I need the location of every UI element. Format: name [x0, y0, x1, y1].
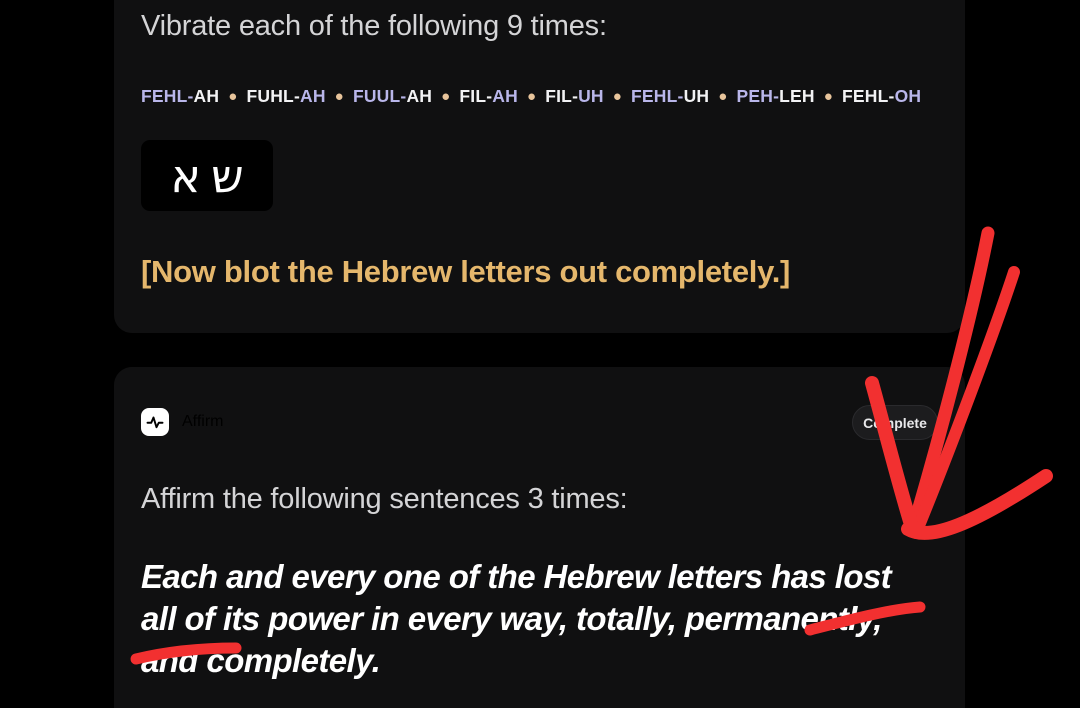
pronunciation-separator-dot: ● [718, 88, 728, 105]
pronunciation-syllable-first: FUHL [246, 86, 294, 106]
pronunciation-separator-dot: ● [441, 88, 451, 105]
hebrew-letter-aleph-icon: א [170, 148, 202, 203]
pronunciation-item: FIL-AH [459, 86, 518, 106]
hebrew-letters-box: א ש [141, 140, 273, 211]
pronunciation-syllable-first: FIL [545, 86, 573, 106]
pronunciation-separator-dot: ● [334, 88, 344, 105]
pronunciation-sequence: FEHL-AH ● FUHL-AH ● FUUL-AH ● FIL-AH ● FIL-UH ● FE… [141, 86, 921, 106]
pronunciation-syllable-second: AH [406, 86, 433, 106]
pronunciation-syllable-second: UH [683, 86, 710, 106]
affirm-card-label: Affirm [182, 413, 224, 430]
activity-pulse-icon [141, 408, 169, 436]
pronunciation-item: PEH-LEH [737, 86, 815, 106]
pronunciation-item: FUUL-AH [353, 86, 432, 106]
affirm-card-header: Affirm [141, 408, 223, 436]
affirm-instruction-heading: Affirm the following sentences 3 times: [141, 483, 628, 515]
pronunciation-separator-dot: ● [612, 88, 623, 105]
pronunciation-syllable-first: FEHL [631, 86, 678, 106]
vibrate-instruction-heading: Vibrate each of the following 9 times: [141, 10, 607, 42]
blot-instruction-text: [Now blot the Hebrew letters out complet… [141, 254, 791, 289]
pronunciation-syllable-first: FIL [459, 86, 487, 106]
pronunciation-syllable-first: PEH [736, 86, 774, 106]
pronunciation-item: FEHL-OH [842, 86, 921, 106]
affirmation-sentence: Each and every one of the Hebrew letters… [141, 558, 892, 679]
pronunciation-item: FEHL-AH [141, 86, 219, 106]
pronunciation-syllable-second: AH [492, 86, 518, 106]
pronunciation-item: FUHL-AH [246, 86, 325, 106]
pronunciation-syllable-second: UH [578, 86, 604, 106]
pronunciation-syllable-first: FEHL [842, 86, 889, 106]
pronunciation-item: FIL-UH [545, 86, 604, 106]
pronunciation-syllable-second: AH [193, 86, 220, 106]
pronunciation-syllable-first: FEHL [141, 86, 188, 106]
pronunciation-syllable-first: FUUL [352, 86, 401, 106]
pronunciation-separator-dot: ● [823, 88, 834, 105]
screen: Vibrate each of the following 9 times: F… [0, 0, 1080, 708]
pronunciation-separator-dot: ● [228, 88, 238, 105]
pronunciation-syllable-second: OH [894, 86, 922, 106]
pronunciation-syllable-second: LEH [779, 86, 815, 106]
pronunciation-syllable-second: AH [299, 86, 326, 106]
pronunciation-item: FEHL-UH [631, 86, 709, 106]
complete-button[interactable]: Complete [852, 405, 938, 440]
hebrew-letter-shin-icon: ש [211, 148, 244, 203]
pronunciation-separator-dot: ● [526, 88, 537, 105]
